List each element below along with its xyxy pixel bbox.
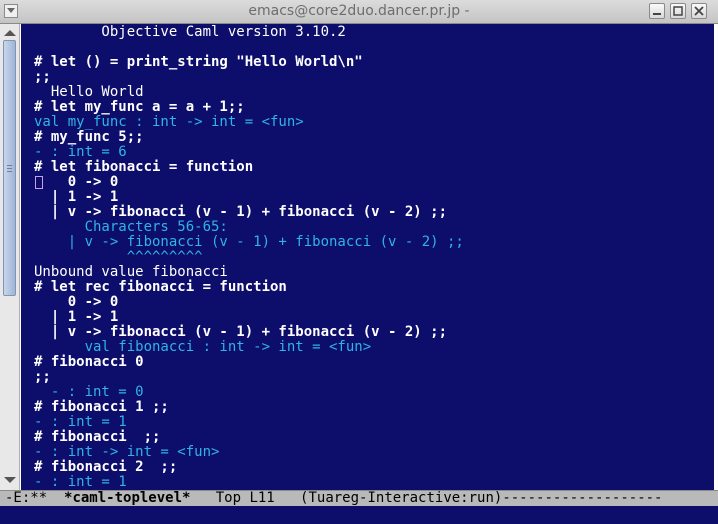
modeline-position: Top L11 xyxy=(190,490,301,506)
grip-line xyxy=(7,165,12,166)
buffer-line: | v -> fibonacci (v - 1) + fibonacci (v … xyxy=(34,204,448,220)
buffer-line: | v -> fibonacci (v - 1) + fibonacci (v … xyxy=(34,234,464,250)
buffer-line: - : int = 1 xyxy=(34,474,127,490)
maximize-button[interactable] xyxy=(670,3,686,19)
grip-line xyxy=(7,168,12,169)
buffer-line: | v -> fibonacci (v - 1) + fibonacci (v … xyxy=(34,324,448,340)
buffer-line: - : int -> int = <fun> xyxy=(34,444,220,460)
buffer-line: # let fibonacci = function xyxy=(34,159,254,175)
buffer-line: # fibonacci 1 ;; xyxy=(34,399,169,415)
buffer-line: 0 -> 0 xyxy=(34,294,119,310)
scroll-up-icon[interactable] xyxy=(4,30,16,36)
modeline-buffer-name[interactable]: *caml-toplevel* xyxy=(64,491,190,506)
buffer-line: - : int = 6 xyxy=(34,144,127,160)
buffer-line: 0 -> 0 xyxy=(34,174,119,190)
toplevel-buffer[interactable]: Objective Caml version 3.10.2 # let () = … xyxy=(21,24,714,490)
minibuffer[interactable] xyxy=(0,506,718,524)
mode-line[interactable]: -E:** *caml-toplevel* Top L11 (Tuareg-In… xyxy=(0,490,718,506)
buffer-line: Objective Caml version 3.10.2 xyxy=(34,24,346,40)
minimize-icon xyxy=(653,13,661,15)
grip-line xyxy=(7,171,12,172)
buffer-line: ;; xyxy=(34,69,51,85)
buffer-line: - : int = 1 xyxy=(34,414,127,430)
maximize-icon xyxy=(673,6,683,16)
buffer-line: # fibonacci 0 xyxy=(34,354,144,370)
close-icon xyxy=(694,6,704,16)
scroll-down-icon[interactable] xyxy=(4,477,16,483)
buffer-line: val my_func : int -> int = <fun> xyxy=(34,114,304,130)
buffer-line: # my_func 5;; xyxy=(34,129,144,145)
close-button[interactable] xyxy=(691,3,707,19)
buffer-line: # let () = print_string "Hello World\n" xyxy=(34,54,363,70)
buffer-line: | 1 -> 1 xyxy=(34,309,119,325)
buffer-line: Hello World xyxy=(34,84,144,100)
buffer-line: Characters 56-65: xyxy=(34,219,228,235)
buffer-line: # let my_func a = a + 1;; xyxy=(34,99,245,115)
buffer-line: | 1 -> 1 xyxy=(34,189,119,205)
buffer-line: ;; xyxy=(34,369,51,385)
scroll-thumb[interactable] xyxy=(3,40,16,296)
buffer-line: Unbound value fibonacci xyxy=(34,264,228,280)
modeline-flags: -E:** xyxy=(5,490,65,506)
buffer-line: - : int = 0 xyxy=(34,384,144,400)
modeline-mode[interactable]: (Tuareg-Interactive:run) xyxy=(300,491,502,506)
buffer-line: # let rec fibonacci = function xyxy=(34,279,287,295)
title-bar[interactable]: emacs@core2duo.dancer.pr.jp - xyxy=(0,0,718,24)
vertical-scrollbar[interactable] xyxy=(0,24,20,490)
minimize-button[interactable] xyxy=(649,3,665,19)
buffer-line: # fibonacci ;; xyxy=(34,429,161,445)
window-title: emacs@core2duo.dancer.pr.jp - xyxy=(248,3,470,19)
buffer-line: val fibonacci : int -> int = <fun> xyxy=(34,339,372,355)
buffer-line: ^^^^^^^^^ xyxy=(34,249,203,265)
modeline-fill: ------------------- xyxy=(502,490,663,506)
buffer-line: # fibonacci 2 ;; xyxy=(34,459,178,475)
